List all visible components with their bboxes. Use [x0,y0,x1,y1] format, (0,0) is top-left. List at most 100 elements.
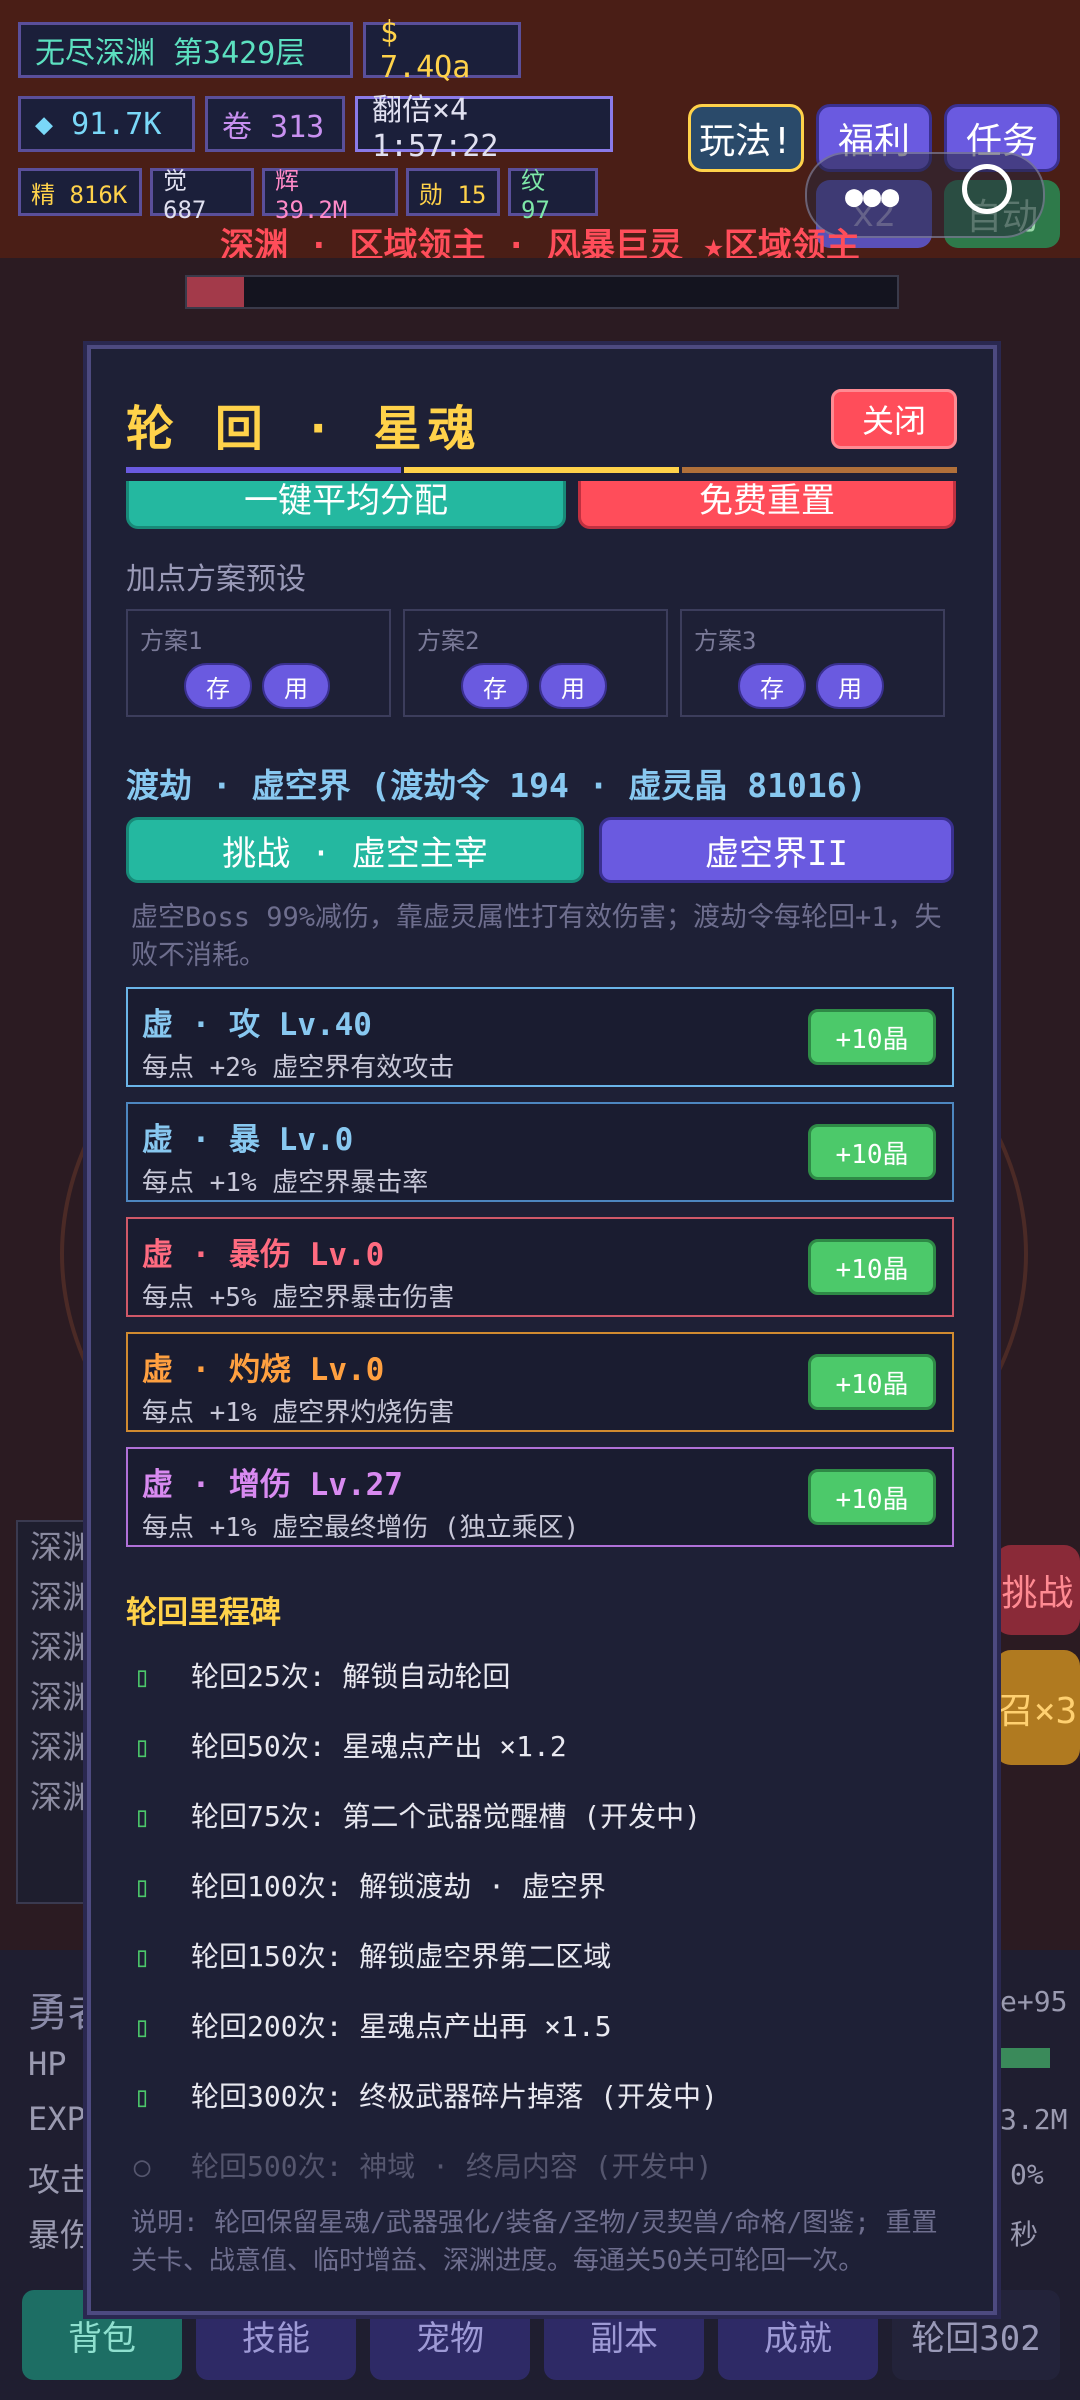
attack-value: 0% [1010,2158,1044,2191]
stat-plus-button[interactable]: +10晶 [808,1354,936,1410]
crit-value: 秒 [1010,2218,1039,2251]
milestone-text: 轮回300次: 终极武器碎片掉落 (开发中) [191,2080,718,2113]
modal-title: 轮 回 · 星魂 [126,401,482,457]
stat-chip-radiance: 辉 39.2M [262,167,398,224]
stat-description: 每点 +2% 虚空界有效攻击 [142,1053,455,1083]
hp-label: HP [28,2045,67,2083]
preset-name: 方案1 [140,627,203,655]
preset-slot-1: 方案1 存 用 [126,609,391,717]
play-guide-button[interactable]: 玩法! [688,104,804,172]
stat-plus-button[interactable]: +10晶 [808,1469,936,1525]
unlocked-icon: ▯ [133,1800,151,1833]
milestone-item: ▯ 轮回100次: 解锁渡劫 · 虚空界 [131,1865,606,1905]
stat-description: 每点 +1% 虚空界灼烧伤害 [142,1398,455,1428]
stat-name: 虚 · 暴伤 Lv.0 [142,1237,385,1273]
exp-label: EXP [28,2100,86,2138]
void-realm-select-button[interactable]: 虚空界II [599,817,954,883]
unlocked-icon: ▯ [133,1730,151,1763]
free-reset-button[interactable]: 免费重置 [578,481,956,529]
boss-hp-bar [185,275,899,309]
close-button[interactable]: 关闭 [831,389,957,449]
void-stat-attack: 虚 · 攻 Lv.40 每点 +2% 虚空界有效攻击 +10晶 [126,987,954,1087]
milestone-text: 轮回75次: 第二个武器觉醒槽 (开发中) [191,1800,702,1833]
preset-slot-3: 方案3 存 用 [680,609,945,717]
preset-use-button[interactable]: 用 [539,663,607,709]
locked-circle-icon: ○ [133,2150,151,2183]
preset-slot-2: 方案2 存 用 [403,609,668,717]
preset-save-button[interactable]: 存 [738,663,806,709]
unlocked-icon: ▯ [133,1940,151,1973]
realm-floor-chip: 无尽深渊 第3429层 [18,22,353,78]
challenge-void-lord-button[interactable]: 挑战 · 虚空主宰 [126,817,584,883]
stat-name: 虚 · 增伤 Lv.27 [142,1467,403,1503]
milestone-item-locked: ○ 轮回500次: 神域 · 终局内容 (开发中) [131,2145,713,2185]
void-realm-title: 渡劫 · 虚空界 (渡劫令 194 · 虚灵晶 81016) [126,766,867,805]
void-stat-damage-boost: 虚 · 增伤 Lv.27 每点 +1% 虚空最终增伤 (独立乘区) +10晶 [126,1447,954,1547]
unlocked-icon: ▯ [133,2080,151,2113]
stat-description: 每点 +1% 虚空界暴击率 [142,1168,429,1198]
preset-save-button[interactable]: 存 [184,663,252,709]
void-realm-description: 虚空Boss 99%减伤，靠虚灵属性打有效伤害；渡劫令每轮回+1，失败不消耗。 [131,902,942,971]
milestone-text: 轮回200次: 星魂点产出再 ×1.5 [191,2010,612,2043]
stat-name: 虚 · 暴 Lv.0 [142,1122,354,1158]
milestone-text: 轮回25次: 解锁自动轮回 [191,1660,511,1693]
preset-label: 加点方案预设 [126,562,306,597]
preset-save-button[interactable]: 存 [461,663,529,709]
milestone-item: ▯ 轮回200次: 星魂点产出再 ×1.5 [131,2005,612,2045]
milestone-text: 轮回150次: 解锁虚空界第二区域 [191,1940,612,1973]
side-item[interactable]: 深渊 [18,1772,96,1822]
void-stat-burn: 虚 · 灼烧 Lv.0 每点 +1% 虚空界灼烧伤害 +10晶 [126,1332,954,1432]
milestone-item: ▯ 轮回50次: 星魂点产出 ×1.2 [131,1725,567,1765]
challenge-side-button[interactable]: 挑战 [995,1545,1080,1635]
side-item[interactable]: 深渊 [18,1722,96,1772]
milestone-text: 轮回500次: 神域 · 终局内容 (开发中) [191,2150,713,2183]
close-capsule-icon [962,164,1012,214]
stat-chip-awaken: 觉 687 [150,167,254,224]
multiplier-timer-chip: 翻倍×4 1:57:22 [355,93,613,164]
side-item[interactable]: 深渊 [18,1522,96,1572]
milestone-item: ▯ 轮回75次: 第二个武器觉醒槽 (开发中) [131,1795,701,1835]
stat-chip-medal: 勋 15 [406,168,500,216]
stat-chip-pattern: 纹 97 [508,167,598,224]
stat-plus-button[interactable]: +10晶 [808,1239,936,1295]
hero-hp-bar [995,2048,1050,2068]
preset-use-button[interactable]: 用 [816,663,884,709]
exp-value: 3.2M [1000,2103,1068,2136]
more-icon: ●●● [845,179,900,214]
side-item[interactable]: 深渊 [18,1622,96,1672]
side-item[interactable]: 深渊 [18,1572,96,1622]
crit-label: 暴伤 [28,2216,93,2254]
preset-name: 方案2 [417,627,480,655]
void-stat-crit: 虚 · 暴 Lv.0 每点 +1% 虚空界暴击率 +10晶 [126,1102,954,1202]
milestone-item: ▯ 轮回300次: 终极武器碎片掉落 (开发中) [131,2075,718,2115]
stat-name: 虚 · 灼烧 Lv.0 [142,1352,385,1388]
stat-plus-button[interactable]: +10晶 [808,1009,936,1065]
reincarnation-note: 说明: 轮回保留星魂/武器强化/装备/圣物/灵契兽/命格/图鉴; 重置关卡、战意… [131,2208,938,2276]
side-item[interactable]: 深渊 [18,1672,96,1722]
stat-chip-essence: 精 816K [18,168,142,216]
unlocked-icon: ▯ [133,2010,151,2043]
stat-description: 每点 +5% 虚空界暴击伤害 [142,1283,455,1313]
side-zone-list: 深渊 深渊 深渊 深渊 深渊 深渊 [16,1520,98,1904]
unlocked-icon: ▯ [133,1870,151,1903]
scroll-chip: 卷 313 [205,96,345,152]
milestone-text: 轮回50次: 星魂点产出 ×1.2 [191,1730,567,1763]
milestone-title: 轮回里程碑 [126,1595,281,1631]
diamond-chip: ◆ 91.7K [18,96,195,152]
stat-name: 虚 · 攻 Lv.40 [142,1007,372,1043]
hero-power-value: e+95 [1000,1985,1068,2018]
preset-name: 方案3 [694,627,757,655]
attack-label: 攻击 [28,2161,93,2199]
unlocked-icon: ▯ [133,1660,151,1693]
average-allocate-button[interactable]: 一键平均分配 [126,481,566,529]
boss-hp-fill [187,277,244,307]
stat-plus-button[interactable]: +10晶 [808,1124,936,1180]
void-stat-crit-damage: 虚 · 暴伤 Lv.0 每点 +5% 虚空界暴击伤害 +10晶 [126,1217,954,1317]
summon-side-button[interactable]: 召×3 [995,1650,1080,1765]
milestone-item: ▯ 轮回150次: 解锁虚空界第二区域 [131,1935,612,1975]
stat-description: 每点 +1% 虚空最终增伤 (独立乘区) [142,1513,580,1543]
gold-chip: $ 7.4Qa [363,15,521,85]
milestone-text: 轮回100次: 解锁渡劫 · 虚空界 [191,1870,606,1903]
preset-use-button[interactable]: 用 [262,663,330,709]
reincarnation-modal: 轮 回 · 星魂 关闭 一键平均分配 免费重置 加点方案预设 方案1 存 用 方… [87,345,997,2315]
